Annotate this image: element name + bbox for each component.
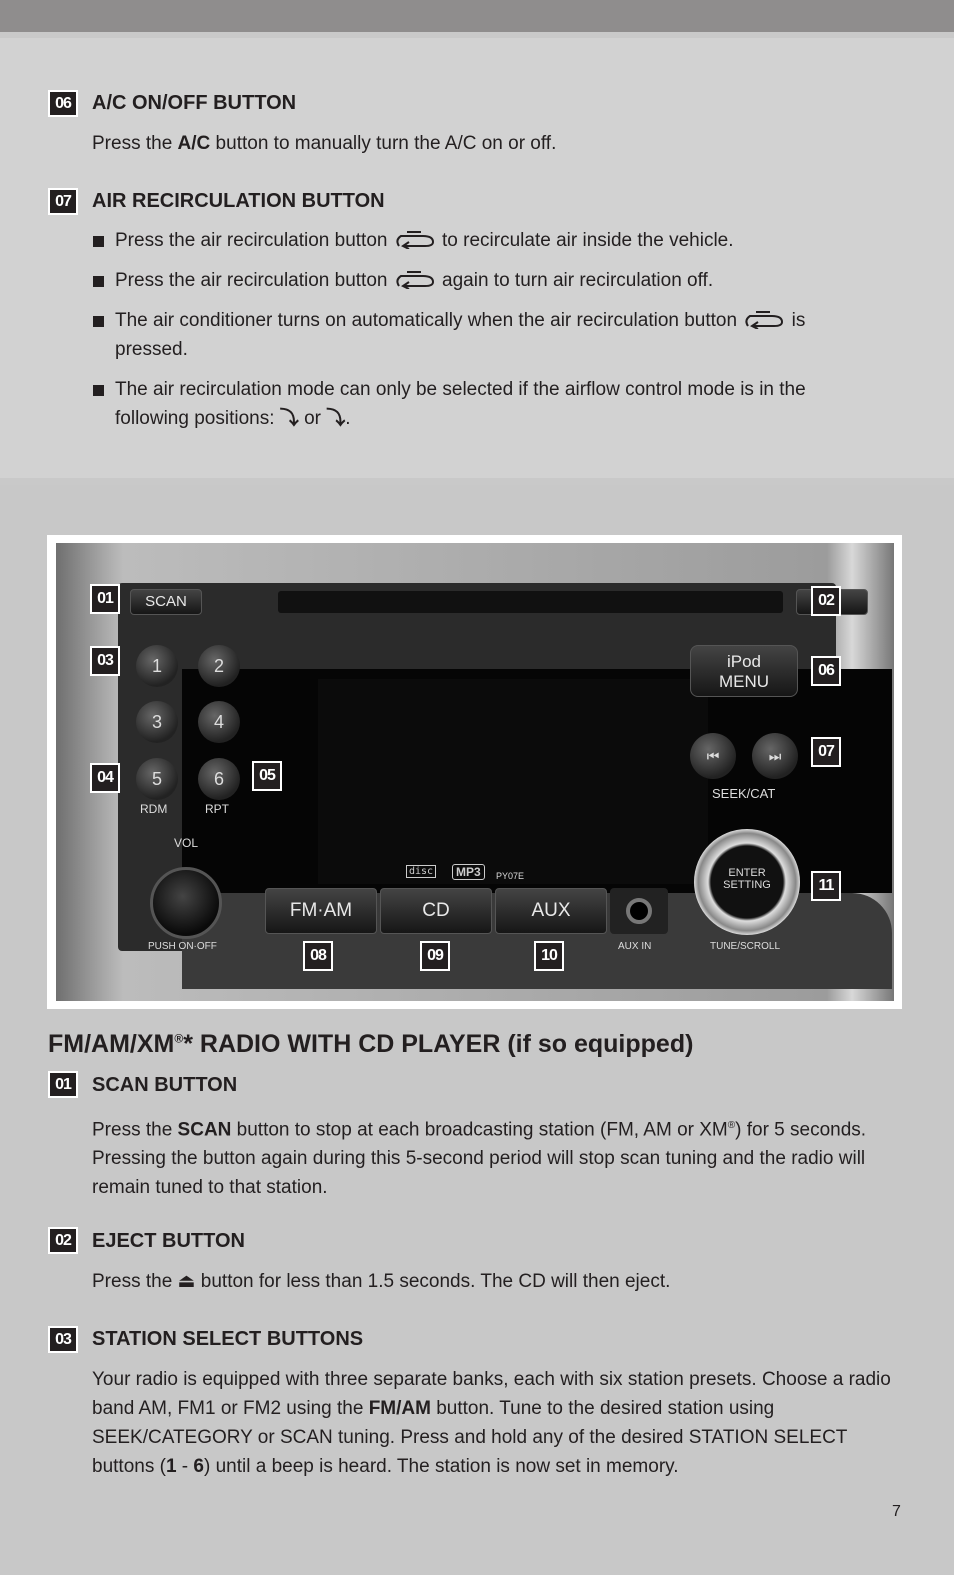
airflow-face-foot-icon: ⤵ — [326, 408, 346, 429]
recirculation-icon — [396, 271, 434, 289]
bullet-item: The air conditioner turns on automatical… — [92, 306, 852, 364]
scan-button[interactable]: SCAN — [130, 589, 202, 615]
rpt-label: RPT — [205, 802, 229, 816]
main-heading: FM/AM/XM®* RADIO WITH CD PLAYER (if so e… — [48, 1030, 694, 1058]
display-screen — [318, 679, 708, 884]
aux-in-jack[interactable] — [626, 898, 652, 924]
model-label: PY07E — [496, 871, 525, 881]
section-text: Your radio is equipped with three separa… — [92, 1369, 891, 1477]
recirculation-icon — [745, 311, 784, 329]
volume-knob[interactable] — [150, 867, 222, 939]
section-title: SCAN BUTTON — [92, 1074, 238, 1096]
header-bar — [0, 0, 954, 32]
preset-button-3[interactable]: 3 — [136, 701, 178, 743]
section-number-badge: 01 — [48, 1071, 78, 1098]
callout-08: 08 — [303, 941, 333, 971]
cd-logo: disc — [406, 865, 437, 878]
preset-button-4[interactable]: 4 — [198, 701, 240, 743]
seek-label: SEEK/CAT — [712, 786, 776, 801]
callout-09: 09 — [420, 941, 450, 971]
aux-in-label: AUX IN — [618, 941, 652, 952]
power-label: PUSH ON·OFF — [148, 941, 217, 952]
bullet-item: The air recirculation mode can only be s… — [92, 375, 852, 433]
preset-button-1[interactable]: 1 — [136, 645, 178, 687]
rdm-label: RDM — [140, 802, 168, 816]
callout-04: 04 — [90, 763, 120, 793]
section-number-badge: 07 — [48, 188, 78, 215]
section-title: AIR RECIRCULATION BUTTON — [92, 190, 385, 212]
aux-button[interactable]: AUX — [495, 888, 607, 934]
callout-10: 10 — [534, 941, 564, 971]
mp3-logo: MP3 — [452, 864, 485, 880]
callout-06: 06 — [811, 656, 841, 686]
callout-11: 11 — [811, 871, 841, 901]
radio-photo: SCAN ⏏ 1 2 3 4 5 6 RDM RPT VOL PUSH ON·O… — [47, 535, 902, 1009]
section-text: Press the SCAN button to stop at each br… — [92, 1119, 867, 1199]
section-number-badge: 06 — [48, 90, 78, 117]
tune-label: TUNE/SCROLL — [710, 941, 781, 952]
seek-back-button[interactable]: ⏮ — [690, 733, 736, 779]
bullet-item: Press the air recirculation button to re… — [92, 226, 852, 255]
section-number-badge: 03 — [48, 1326, 78, 1353]
preset-button-2[interactable]: 2 — [198, 645, 240, 687]
preset-button-5[interactable]: 5 — [136, 758, 178, 800]
eject-icon: ⏏ — [177, 1271, 196, 1292]
ipod-menu-button[interactable]: iPod MENU — [690, 645, 798, 697]
section-title: EJECT BUTTON — [92, 1230, 245, 1252]
tune-scroll-knob[interactable]: ENTER SETTING — [694, 829, 800, 935]
section-text: Press the ⏏ button for less than 1.5 sec… — [92, 1271, 671, 1292]
preset-button-6[interactable]: 6 — [198, 758, 240, 800]
callout-07: 07 — [811, 737, 841, 767]
callout-05: 05 — [252, 761, 282, 791]
seek-forward-button[interactable]: ⏭ — [752, 733, 798, 779]
recirculation-icon — [396, 231, 434, 249]
bullet-item: Press the air recirculation button again… — [92, 266, 852, 295]
section-number-badge: 02 — [48, 1227, 78, 1254]
callout-01: 01 — [90, 584, 120, 614]
cd-button[interactable]: CD — [380, 888, 492, 934]
fm-am-button[interactable]: FM·AM — [265, 888, 377, 934]
page-number: 7 — [892, 1503, 901, 1520]
callout-03: 03 — [90, 646, 120, 676]
section-text: Press the A/C button to manually turn th… — [92, 133, 557, 154]
section-title: STATION SELECT BUTTONS — [92, 1328, 364, 1350]
cd-slot — [278, 591, 783, 613]
callout-02: 02 — [811, 586, 841, 616]
section-title: A/C ON/OFF BUTTON — [92, 92, 297, 114]
airflow-face-icon: ⤵ — [279, 408, 299, 429]
vol-label: VOL — [174, 836, 199, 850]
